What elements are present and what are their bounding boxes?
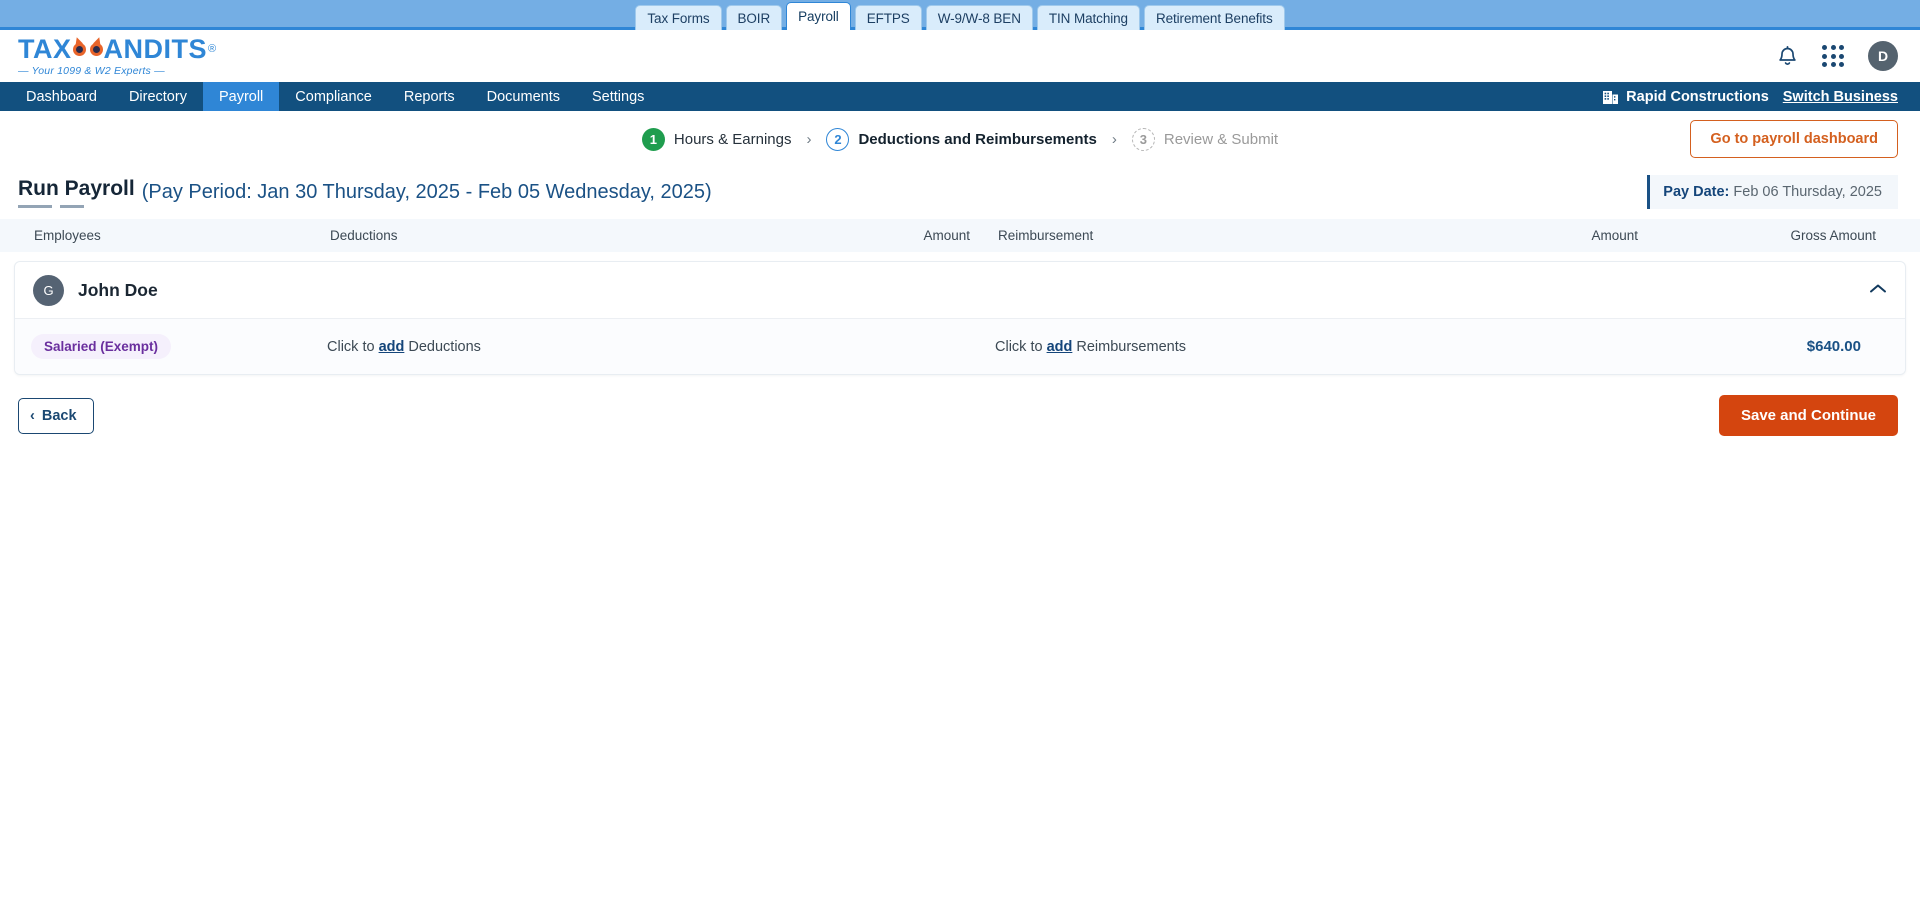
footer-actions: ‹ Back Save and Continue — [0, 375, 1920, 436]
gross-amount-value: $640.00 — [1806, 338, 1861, 355]
apps-grid-icon[interactable] — [1822, 45, 1844, 67]
employee-detail-row: Salaried (Exempt) Click to add Deduction… — [15, 318, 1905, 374]
deductions-cell[interactable]: Click to add Deductions — [327, 339, 857, 355]
deductions-prefix: Click to — [327, 338, 379, 355]
business-name-label: Rapid Constructions — [1626, 88, 1769, 105]
step-chevron-icon-1: › — [806, 130, 812, 148]
step-3-number: 3 — [1131, 127, 1155, 151]
pay-date-value: Feb 06 Thursday, 2025 — [1733, 184, 1882, 200]
nav-item-settings[interactable]: Settings — [576, 82, 660, 111]
page-title-text: Run Payroll — [18, 176, 135, 200]
nav-item-directory[interactable]: Directory — [113, 82, 203, 111]
step-hours-and-earnings[interactable]: 1 Hours & Earnings — [641, 127, 792, 151]
avatar[interactable]: D — [1868, 41, 1898, 71]
page-title-row: Run Payroll (Pay Period: Jan 30 Thursday… — [0, 167, 1920, 219]
column-header-reimbursement: Reimbursement — [998, 228, 1094, 243]
back-button-label: Back — [41, 407, 77, 424]
deductions-suffix: Deductions — [404, 338, 481, 355]
employee-avatar: G — [33, 274, 64, 306]
column-header-employees: Employees — [34, 228, 101, 243]
payroll-stepper: 1 Hours & Earnings › 2 Deductions and Re… — [641, 127, 1279, 151]
nav-item-dashboard[interactable]: Dashboard — [10, 82, 113, 111]
bandit-mask-icon — [72, 35, 103, 59]
product-tab-eftps[interactable]: EFTPS — [854, 5, 922, 30]
column-header-amount-deductions: Amount — [923, 228, 970, 243]
product-tab-strip: Tax Forms BOIR Payroll EFTPS W-9/W-8 BEN… — [0, 0, 1920, 30]
product-tab-retirement-benefits[interactable]: Retirement Benefits — [1143, 5, 1285, 30]
header-actions: D — [1777, 41, 1898, 71]
payroll-table-header: Employees Deductions Amount Reimbursemen… — [0, 219, 1920, 252]
save-and-continue-button[interactable]: Save and Continue — [1718, 395, 1898, 436]
switch-business-link[interactable]: Switch Business — [1783, 89, 1898, 105]
step-review-and-submit[interactable]: 3 Review & Submit — [1131, 127, 1279, 151]
logo-wordmark: TAX ANDITS ® — [18, 33, 217, 64]
nav-item-documents[interactable]: Documents — [471, 82, 576, 111]
product-tab-boir[interactable]: BOIR — [725, 5, 783, 30]
product-tab-tax-forms[interactable]: Tax Forms — [635, 5, 722, 30]
employee-name: John Doe — [78, 279, 158, 300]
logo-text-left: TAX — [18, 33, 72, 64]
pay-date-chip: Pay Date: Feb 06 Thursday, 2025 — [1647, 175, 1898, 209]
go-to-payroll-dashboard-button[interactable]: Go to payroll dashboard — [1690, 120, 1898, 158]
employee-type-cell: Salaried (Exempt) — [15, 334, 327, 359]
building-icon — [1603, 91, 1619, 104]
business-selector[interactable]: Rapid Constructions — [1602, 88, 1769, 105]
step-chevron-icon-2: › — [1111, 130, 1117, 148]
app-header: TAX ANDITS ® — Your 1099 & W2 Experts — … — [0, 30, 1920, 82]
step-1-number: 1 — [641, 127, 665, 151]
back-button[interactable]: ‹ Back — [18, 397, 94, 434]
step-2-number: 2 — [826, 127, 850, 151]
bell-icon[interactable] — [1777, 45, 1798, 67]
column-header-gross-amount: Gross Amount — [1790, 228, 1876, 243]
employee-header-row[interactable]: G John Doe — [15, 262, 1905, 318]
chevron-up-icon[interactable] — [1869, 280, 1887, 300]
nav-item-payroll[interactable]: Payroll — [202, 82, 280, 111]
step-3-label: Review & Submit — [1163, 130, 1279, 148]
step-2-label: Deductions and Reimbursements — [858, 130, 1097, 148]
logo-text-right: ANDITS — [103, 33, 207, 64]
column-header-deductions: Deductions — [330, 228, 398, 243]
nav-right-section: Rapid Constructions Switch Business — [1602, 82, 1920, 111]
pay-period-label: (Pay Period: Jan 30 Thursday, 2025 - Feb… — [141, 180, 712, 203]
product-tab-payroll[interactable]: Payroll — [786, 2, 851, 30]
main-navigation: Dashboard Directory Payroll Compliance R… — [0, 82, 1920, 111]
title-underline-decoration — [18, 204, 84, 208]
add-deductions-link[interactable]: add — [379, 339, 405, 355]
product-tab-tin-matching[interactable]: TIN Matching — [1036, 5, 1140, 30]
reimbursements-prefix: Click to — [995, 338, 1047, 355]
step-deductions-and-reimbursements[interactable]: 2 Deductions and Reimbursements — [826, 127, 1097, 151]
add-reimbursements-link[interactable]: add — [1047, 339, 1073, 355]
logo-tagline: — Your 1099 & W2 Experts — — [18, 64, 165, 77]
chevron-left-icon: ‹ — [30, 407, 35, 424]
employee-card: G John Doe Salaried (Exempt) Click to ad… — [14, 261, 1906, 375]
nav-item-compliance[interactable]: Compliance — [279, 82, 388, 111]
column-header-amount-reimbursement: Amount — [1591, 228, 1638, 243]
product-tab-w9-w8-ben[interactable]: W-9/W-8 BEN — [925, 5, 1033, 30]
reimbursements-cell[interactable]: Click to add Reimbursements — [995, 339, 1525, 355]
reimbursements-suffix: Reimbursements — [1072, 338, 1186, 355]
nav-item-reports[interactable]: Reports — [388, 82, 471, 111]
page-title: Run Payroll — [18, 177, 135, 208]
registered-mark: ® — [208, 42, 217, 55]
status-badge: Salaried (Exempt) — [31, 334, 172, 359]
step-1-label: Hours & Earnings — [673, 130, 792, 148]
taxbandits-logo[interactable]: TAX ANDITS ® — Your 1099 & W2 Experts — — [18, 33, 217, 77]
pay-date-label: Pay Date: — [1663, 184, 1730, 200]
payroll-stepper-bar: 1 Hours & Earnings › 2 Deductions and Re… — [0, 111, 1920, 167]
